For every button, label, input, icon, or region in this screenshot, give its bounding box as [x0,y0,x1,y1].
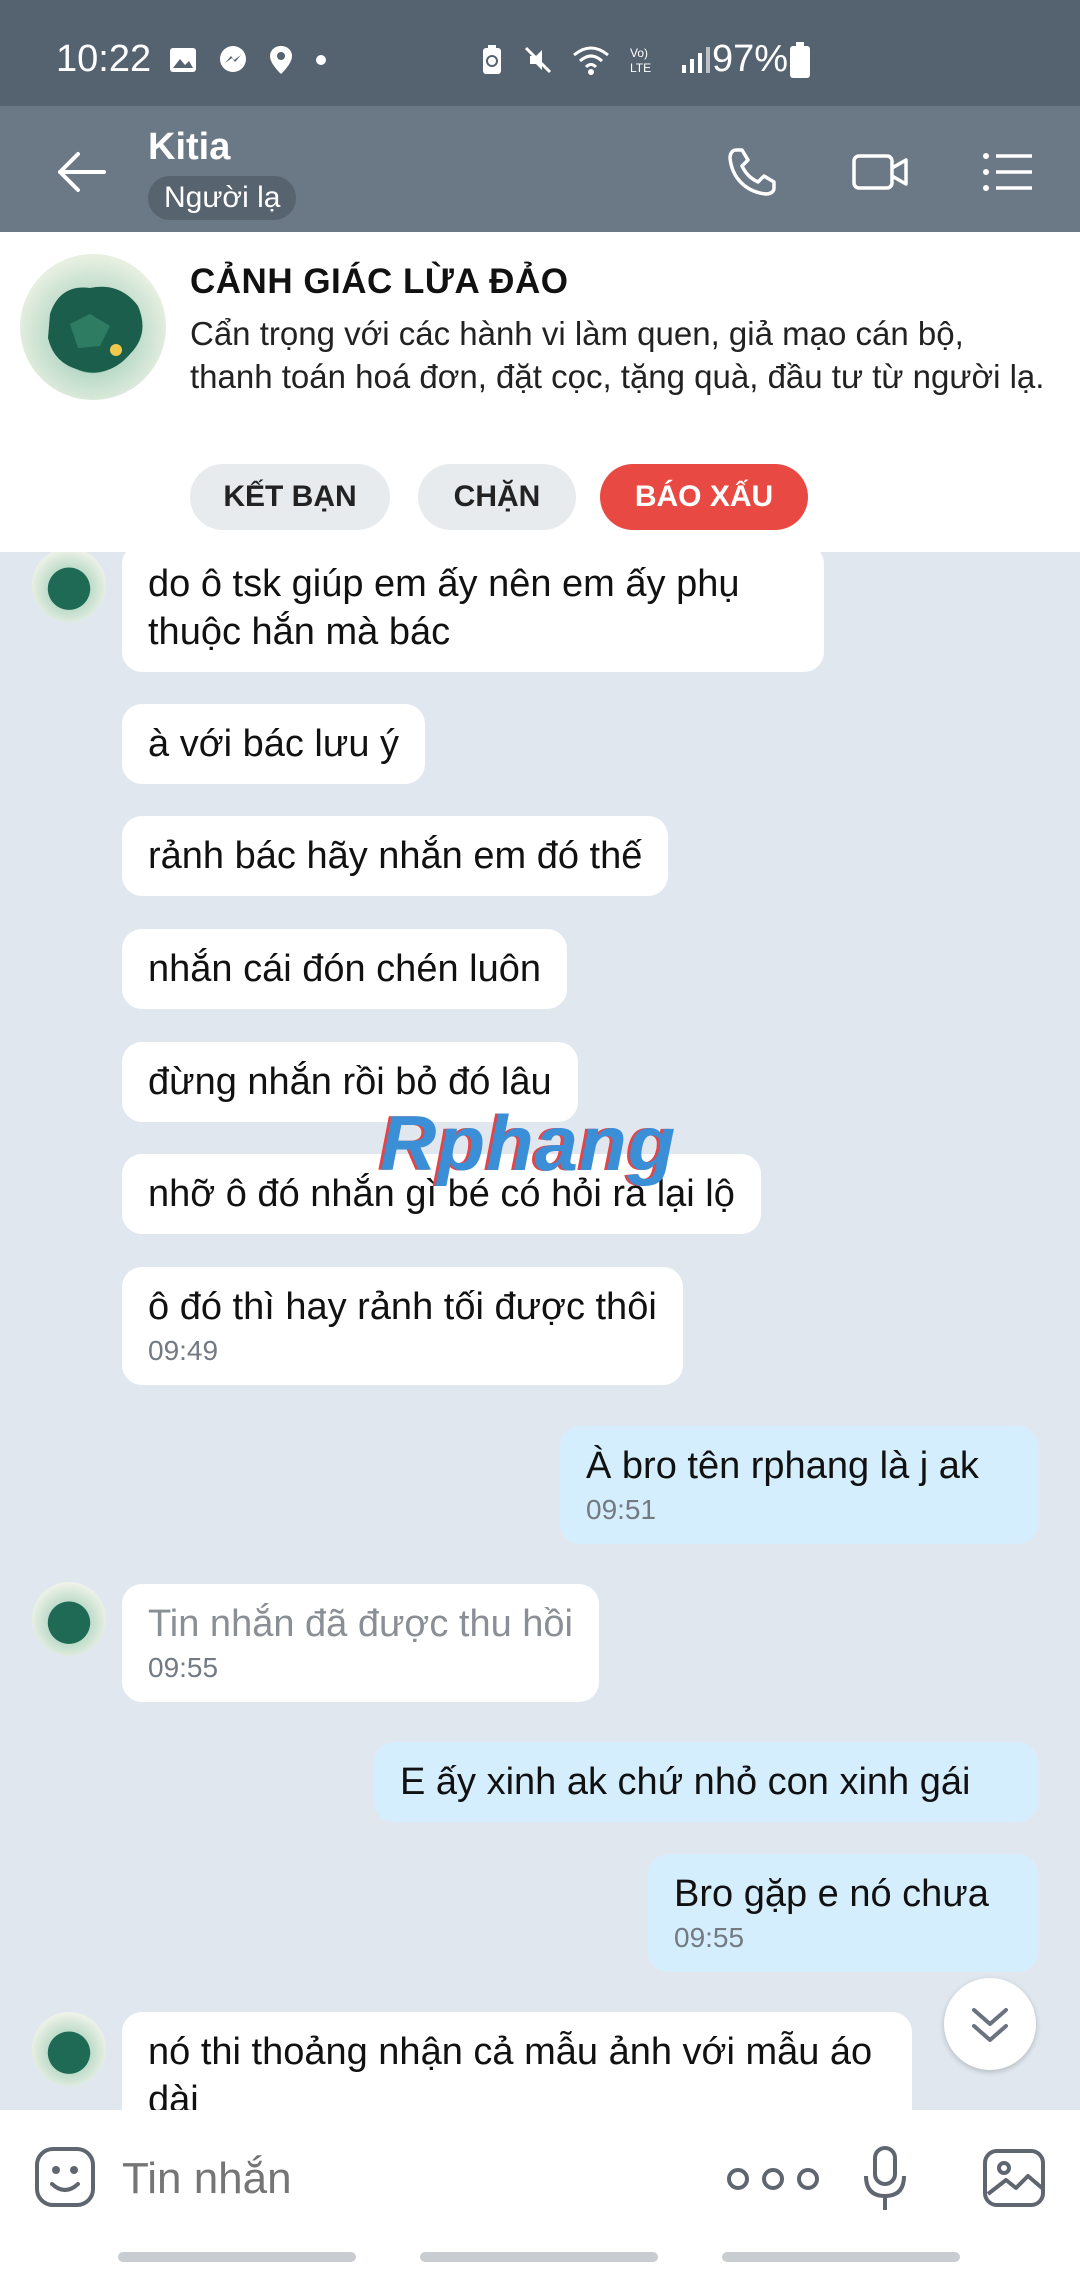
scam-warning-banner: CẢNH GIÁC LỪA ĐẢO Cẩn trọng với các hành… [0,232,1080,552]
message-text: nhắn cái đón chén luôn [148,948,541,990]
sender-avatar[interactable] [32,1582,106,1656]
battery-saver-icon [483,45,501,74]
battery-icon [790,42,810,78]
message-bubble[interactable]: do ô tsk giúp em ấy nên em ấy phụ thuộc … [122,552,824,672]
phone-icon[interactable] [722,142,782,202]
nav-handle-right [722,2252,960,2262]
composer-bar [0,2110,1080,2280]
recalled-message-bubble[interactable]: Tin nhắn đã được thu hồi 09:55 [122,1584,599,1702]
my-message-bubble[interactable]: E ấy xinh ak chứ nhỏ con xinh gái [374,1742,1038,1822]
message-bubble[interactable]: rảnh bác hãy nhắn em đó thế [122,816,669,896]
message-bubble[interactable]: nó thi thoảng nhận cả mẫu ảnh với mẫu áo… [122,2012,912,2110]
volte-icon: Vo)LTE [630,46,651,75]
sender-avatar[interactable] [32,2012,106,2086]
message-time: 09:55 [674,1922,745,1953]
contact-avatar[interactable] [20,254,166,400]
scroll-to-bottom-button[interactable] [944,1978,1036,2070]
svg-text:LTE: LTE [630,61,651,75]
message-text: Bro gặp e nó chưa [674,1873,989,1915]
message-time: 09:49 [148,1335,219,1366]
message-text: Tin nhắn đã được thu hồi [148,1603,573,1645]
message-bubble[interactable]: à với bác lưu ý [122,704,426,784]
block-button[interactable]: CHẶN [418,464,576,530]
report-button[interactable]: BÁO XẤU [600,464,808,530]
message-bubble[interactable]: nhắn cái đón chén luôn [122,929,567,1009]
message-text: E ấy xinh ak chứ nhỏ con xinh gái [400,1761,971,1803]
message-bubble[interactable]: ô đó thì hay rảnh tối được thôi 09:49 [122,1267,683,1385]
signal-icon [682,47,710,73]
back-arrow-icon[interactable] [52,142,112,202]
notification-icons [168,44,328,76]
map-avatar-image [48,286,143,372]
status-bar: 10:22 Vo) LTE 97% [0,0,1080,106]
stranger-badge: Người lạ [148,176,297,220]
my-message-bubble[interactable]: Bro gặp e nó chưa 09:55 [648,1854,1038,1972]
add-friend-button[interactable]: KẾT BẠN [190,464,390,530]
battery-percent: 97% [712,38,789,80]
contact-name[interactable]: Kitia [148,126,230,169]
image-gallery-icon[interactable] [982,2148,1046,2208]
location-icon [270,46,292,74]
nav-handle-left [118,2252,356,2262]
sender-avatar[interactable] [32,552,106,622]
my-message-bubble[interactable]: À bro tên rphang là j ak 09:51 [560,1426,1038,1544]
message-text: ô đó thì hay rảnh tối được thôi [148,1286,657,1328]
nav-handle-center [420,2252,658,2262]
double-chevron-down-icon [972,2008,1008,2042]
svg-text:Vo): Vo) [630,46,648,60]
system-icons: Vo) LTE [480,44,710,76]
message-text: do ô tsk giúp em ấy nên em ấy phụ thuộc … [148,563,740,653]
message-time: 09:55 [148,1652,219,1683]
message-text: à với bác lưu ý [148,723,400,765]
message-time: 09:51 [586,1494,657,1525]
warning-title: CẢNH GIÁC LỪA ĐẢO [190,262,569,301]
message-text: rảnh bác hãy nhắn em đó thế [148,835,643,877]
messenger-icon [220,46,246,72]
message-text: nó thi thoảng nhận cả mẫu ảnh với mẫu áo… [148,2031,873,2110]
message-text: À bro tên rphang là j ak [586,1445,979,1487]
message-list[interactable]: do ô tsk giúp em ấy nên em ấy phụ thuộc … [0,552,1080,2110]
watermark: Rphang [380,1099,677,1187]
video-call-icon[interactable] [850,142,910,202]
wifi-icon [573,46,609,75]
gallery-icon [170,48,196,72]
dot-icon [316,55,326,65]
emoji-icon[interactable] [34,2146,96,2208]
chat-header: Kitia Người lạ [0,106,1080,232]
message-text: đừng nhắn rồi bỏ đó lâu [148,1061,552,1103]
more-options-icon[interactable] [718,2154,828,2204]
microphone-icon[interactable] [860,2144,910,2214]
status-time: 10:22 [56,38,152,80]
warning-text: Cẩn trọng với các hành vi làm quen, giả … [190,315,1045,395]
menu-list-icon[interactable] [978,142,1038,202]
message-input[interactable] [120,2140,684,2218]
mute-icon [524,46,552,74]
